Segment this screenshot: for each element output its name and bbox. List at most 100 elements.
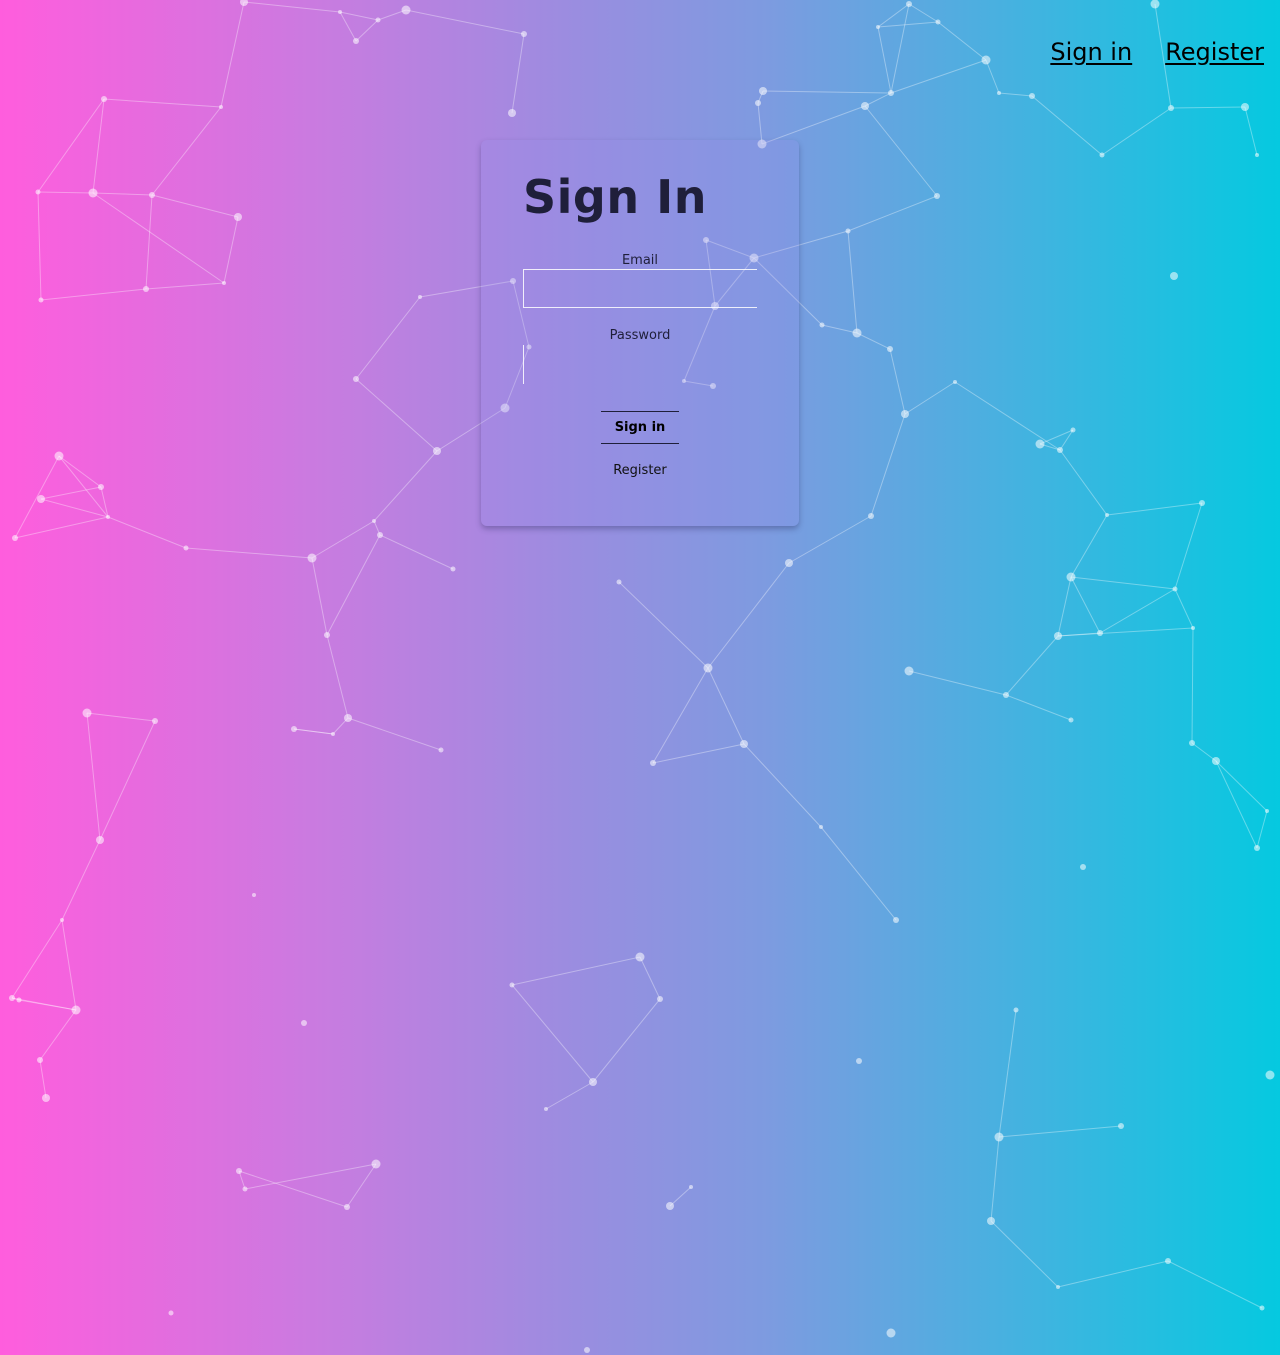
email-field[interactable] [523,269,757,308]
network-link [669,1186,692,1207]
network-link [37,191,42,301]
network-node [324,632,330,638]
network-link [1059,449,1108,516]
network-link [856,332,891,350]
network-link [511,956,641,986]
network-node [1212,757,1220,765]
network-link [1174,502,1203,590]
network-link [39,1009,77,1061]
network-node [42,1094,50,1102]
network-node [54,451,64,461]
register-link[interactable]: Register [481,463,799,478]
network-link [61,839,101,921]
network-node [183,545,189,551]
signin-button[interactable]: Sign in [601,411,679,444]
network-link [40,498,109,518]
network-node [876,25,880,29]
nav-register-link[interactable]: Register [1165,38,1264,66]
network-node [893,917,899,923]
network-link [339,11,357,42]
network-link [757,102,763,145]
network-node [845,228,851,234]
network-node [168,1310,174,1316]
network-link [788,515,872,564]
network-link [707,667,745,745]
network-node [433,447,441,455]
network-link [890,59,987,94]
network-link [243,1,341,13]
network-node [1265,809,1269,813]
network-node [1265,1070,1275,1080]
network-node [344,714,352,722]
network-node [1013,1007,1019,1013]
network-link [244,1163,377,1190]
network-link [1191,627,1194,744]
network-link [61,919,77,1011]
network-node [1199,500,1205,506]
network-link [339,11,379,21]
network-node [1254,845,1260,851]
network-node [1172,586,1178,592]
network-link [990,1220,1059,1288]
network-node [1170,272,1178,280]
network-node [96,836,104,844]
network-node [1168,105,1174,111]
network-link [998,92,1033,97]
network-node [1035,439,1045,449]
network-link [11,919,63,999]
network-link [1170,106,1246,109]
network-node [755,100,761,106]
nav-signin-link[interactable]: Sign in [1050,38,1132,66]
network-link [870,413,906,517]
page-title: Sign In [523,170,707,224]
network-link [332,717,349,735]
network-link [618,581,709,669]
network-node [301,1020,307,1026]
top-nav: Sign in Register [1050,38,1264,66]
network-link [238,1170,348,1208]
network-link [847,195,938,232]
network-link [1070,514,1108,578]
network-link [652,667,709,764]
network-node [616,579,622,585]
network-link [1057,576,1072,637]
network-node [953,380,957,384]
network-node [1255,153,1259,157]
network-link [58,455,109,518]
network-link [1101,107,1172,156]
network-node [450,566,456,572]
network-node [657,996,663,1002]
network-link [14,516,109,539]
network-link [821,324,858,334]
network-node [438,747,444,753]
network-node [252,893,256,897]
network-node [584,1347,590,1353]
network-link [864,92,892,107]
network-link [355,378,438,452]
network-node [338,10,342,14]
network-node [868,513,874,519]
network-link [1070,576,1101,634]
network-link [743,743,822,828]
network-node [291,726,297,732]
network-link [1039,429,1074,445]
network-link [373,520,381,536]
network-link [92,98,105,194]
network-link [761,105,866,145]
network-link [1005,635,1059,696]
network-node [1057,447,1063,453]
network-node [1099,152,1105,158]
network-link [311,557,328,636]
network-link [1106,502,1203,516]
network-link [1005,694,1072,721]
network-node [35,189,41,195]
network-node [1150,0,1160,9]
network-link [92,192,153,196]
network-link [1215,760,1258,849]
network-link [14,455,60,539]
network-link [757,90,764,104]
network-node [666,1202,674,1210]
network-link [40,486,102,500]
password-field[interactable] [523,345,757,384]
network-node [242,1186,248,1192]
